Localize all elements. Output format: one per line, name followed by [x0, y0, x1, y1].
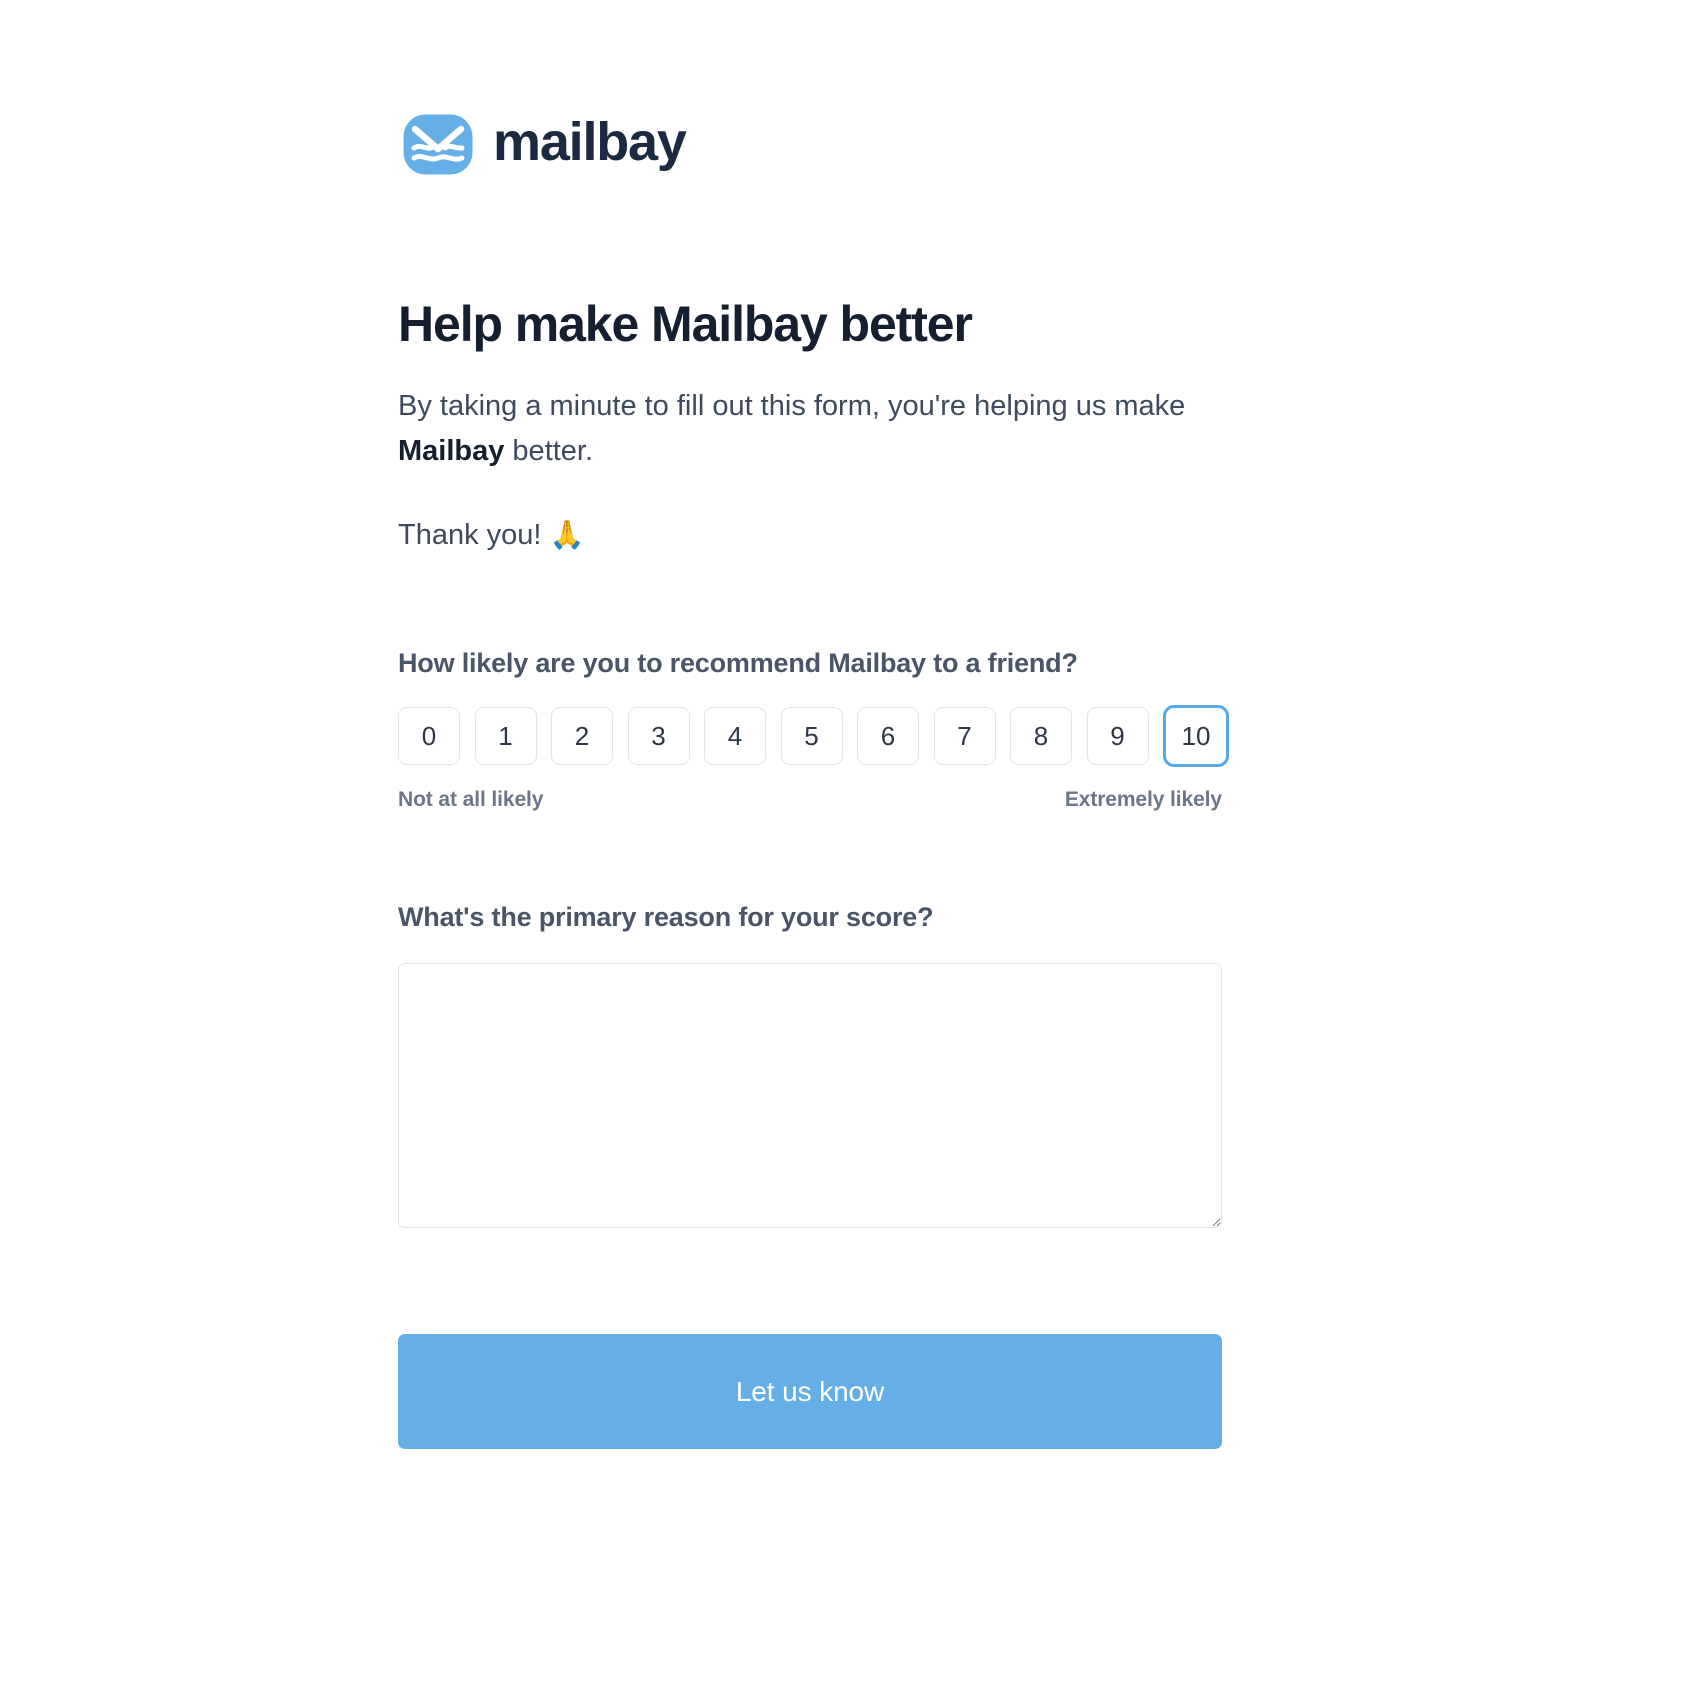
- nps-option-1[interactable]: 1: [474, 707, 537, 766]
- reason-question-label: What's the primary reason for your score…: [398, 902, 934, 933]
- thanks-text: Thank you!: [398, 518, 550, 551]
- reason-textarea[interactable]: [398, 963, 1222, 1229]
- page-title: Help make Mailbay better: [398, 296, 973, 352]
- nps-question-block: How likely are you to recommend Mailbay …: [398, 556, 1298, 812]
- nps-option-10[interactable]: 10: [1163, 705, 1229, 768]
- nps-legend-high: Extremely likely: [1064, 788, 1222, 812]
- intro-text-after: better.: [504, 434, 594, 467]
- nps-option-5[interactable]: 5: [780, 707, 843, 766]
- intro-text-before: By taking a minute to fill out this form…: [398, 390, 1186, 422]
- nps-option-2[interactable]: 2: [551, 707, 613, 766]
- submit-row: Let us know: [398, 1228, 1298, 1659]
- intro-paragraph: By taking a minute to fill out this form…: [398, 354, 1228, 474]
- nps-scale-legend: Not at all likely Extremely likely: [398, 767, 1222, 812]
- envelope-wave-icon: [403, 114, 473, 174]
- survey-content: mailbay Help make Mailbay better By taki…: [398, 0, 1298, 1659]
- nps-option-4[interactable]: 4: [704, 707, 766, 766]
- nps-option-7[interactable]: 7: [933, 707, 996, 766]
- nps-scale: 0 1 2 3 4 5 6 7 8 9 10: [398, 681, 1298, 768]
- nps-question-label: How likely are you to recommend Mailbay …: [398, 647, 1078, 678]
- survey-page: mailbay Help make Mailbay better By taki…: [0, 0, 1696, 1702]
- nps-option-8[interactable]: 8: [1010, 707, 1072, 766]
- nps-option-0[interactable]: 0: [398, 707, 460, 766]
- nps-option-3[interactable]: 3: [627, 707, 690, 766]
- submit-button[interactable]: Let us know: [398, 1334, 1222, 1450]
- brand-wordmark: mailbay: [493, 112, 687, 172]
- nps-option-9[interactable]: 9: [1086, 707, 1149, 766]
- nps-option-6[interactable]: 6: [857, 707, 919, 766]
- thanks-paragraph: Thank you! 🙏: [398, 474, 1298, 556]
- reason-question-block: What's the primary reason for your score…: [398, 812, 1298, 1229]
- nps-legend-low: Not at all likely: [398, 788, 544, 812]
- intro-brand-emphasis: Mailbay: [398, 434, 505, 467]
- brand-logo: mailbay: [402, 108, 1298, 180]
- folded-hands-icon: 🙏: [549, 517, 585, 551]
